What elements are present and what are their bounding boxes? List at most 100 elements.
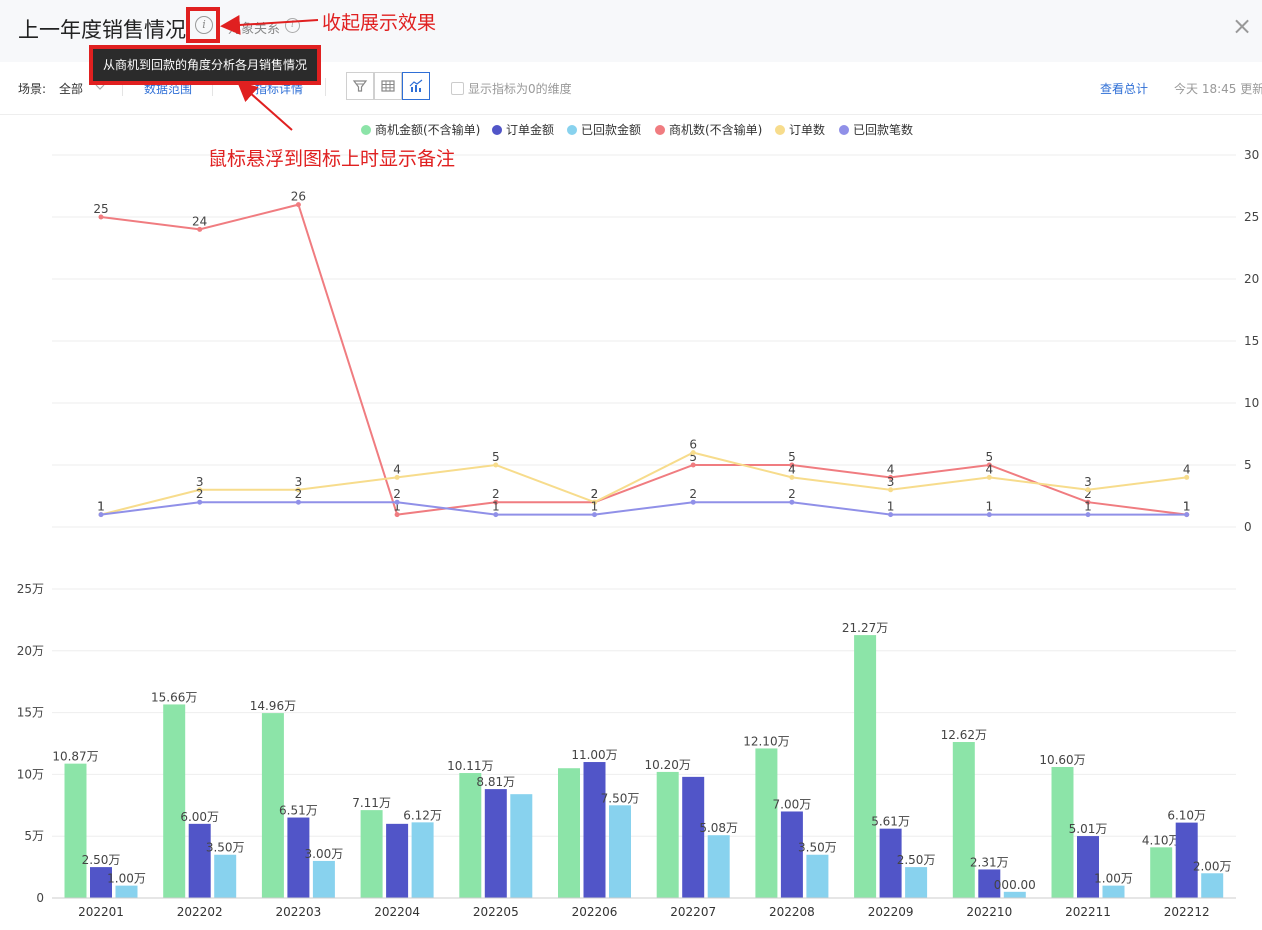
legend-label: 商机金额(不含输单) (375, 122, 480, 137)
y-tick-label: 10 (1244, 396, 1259, 410)
bar (312, 860, 335, 898)
data-label: 6 (689, 438, 697, 452)
data-label: 3.50万 (206, 841, 245, 855)
line-chart-series: 25242612 25 5452113 345264343412 2 21 12 21 1 1 1 (93, 190, 1191, 518)
data-label: 26 (291, 190, 306, 204)
bar-chart-series: 10.87万 15.66万 14.96万 7.11万 10.11万 10.20万 12.10… (52, 621, 1232, 898)
x-tick-label: 202209 (868, 905, 914, 919)
data-label: 2.31万 (970, 855, 1009, 869)
x-axis: 202201 202202 202203 202204 202205 202206 2022… (52, 897, 1236, 919)
bar (510, 794, 533, 898)
data-label: 21.27万 (842, 621, 888, 635)
bar (411, 822, 434, 898)
y-tick-label: 25 (1244, 210, 1259, 224)
data-label: 1 (985, 500, 993, 514)
info-tooltip: 从商机到回款的角度分析各月销售情况 (89, 45, 321, 85)
bar (656, 771, 679, 898)
bar (558, 768, 580, 898)
data-label: 2 (788, 487, 796, 501)
data-label: 1.00万 (107, 872, 146, 886)
x-tick-label: 202202 (177, 905, 223, 919)
data-label: 12.10万 (743, 734, 789, 748)
bar (386, 823, 409, 898)
bar (806, 854, 829, 898)
bar (1003, 891, 1026, 898)
data-label: 2.00万 (1193, 859, 1232, 873)
data-label: 4 (393, 462, 401, 476)
bar (755, 748, 778, 898)
legend-label: 订单数 (789, 122, 825, 137)
data-label: 7.50万 (601, 791, 640, 805)
bar (1150, 847, 1173, 898)
data-label: 4.10万 (1142, 833, 1181, 847)
bar (707, 835, 730, 898)
y-tick-label: 15 (1244, 334, 1259, 348)
data-label: 5.01万 (1069, 822, 1108, 836)
y-tick-label: 20万 (17, 644, 44, 658)
legend-marker (492, 125, 502, 135)
bar (188, 823, 211, 898)
data-label: 10.87万 (52, 750, 98, 764)
y-tick-label: 10万 (17, 767, 44, 781)
legend-label: 订单金额 (506, 122, 554, 137)
line-chart-grid: 051015202530 (52, 148, 1259, 534)
y-tick-label: 20 (1244, 272, 1259, 286)
data-label: 2 (393, 487, 401, 501)
y-tick-label: 5万 (24, 829, 44, 843)
bar (854, 635, 877, 898)
data-label: 5 (492, 450, 500, 464)
bar (360, 810, 383, 898)
x-tick-label: 202204 (374, 905, 420, 919)
x-tick-label: 202205 (473, 905, 519, 919)
series-line (100, 203, 1187, 516)
data-label: 11.00万 (571, 748, 617, 762)
legend-label: 商机数(不含输单) (669, 122, 762, 137)
x-tick-label: 202211 (1065, 905, 1111, 919)
x-tick-label: 202201 (78, 905, 124, 919)
data-label: 2.50万 (82, 853, 121, 867)
data-label: 6.51万 (279, 804, 318, 818)
data-label: 000.00 (994, 878, 1036, 892)
data-label: 1.00万 (1094, 872, 1133, 886)
y-tick-label: 15万 (17, 706, 44, 720)
data-label: 10.60万 (1039, 753, 1085, 767)
x-tick-label: 202210 (966, 905, 1012, 919)
annotation-hover-note: 鼠标悬浮到图标上时显示备注 (208, 148, 456, 170)
y-tick-label: 5 (1244, 458, 1252, 472)
data-label: 12.62万 (941, 728, 987, 742)
sales-chart: 商机金额(不含输单) 订单金额 已回款金额 商机数(不含输单) 订单数 已回款笔数 0 5 1… (17, 122, 1260, 919)
data-label: 1 (591, 500, 599, 514)
bar (115, 885, 138, 898)
bar (609, 805, 631, 898)
data-label: 1 (492, 500, 500, 514)
legend-marker (775, 125, 785, 135)
legend-label: 已回款笔数 (853, 122, 913, 137)
data-label: 5.08万 (699, 821, 738, 835)
data-label: 1 (97, 500, 105, 514)
data-label: 15.66万 (151, 690, 197, 704)
data-label: 7.00万 (773, 797, 812, 811)
bar (905, 867, 928, 898)
data-label: 14.96万 (250, 699, 296, 713)
bar (952, 742, 975, 898)
data-label: 1 (1084, 500, 1092, 514)
y-tick-label: 25万 (17, 582, 44, 596)
bar (682, 776, 705, 898)
data-label: 7.11万 (352, 796, 391, 810)
bar (64, 763, 87, 898)
data-label: 5.61万 (871, 815, 910, 829)
annotation-collapse-note: 收起展示效果 (322, 12, 437, 34)
x-tick-label: 202212 (1164, 905, 1210, 919)
bar (459, 773, 482, 898)
bar (163, 704, 186, 898)
legend-marker (361, 125, 371, 135)
data-label: 1 (887, 500, 895, 514)
x-tick-label: 202208 (769, 905, 815, 919)
y-tick-label: 0 (36, 891, 44, 905)
data-label: 2 (196, 487, 204, 501)
data-label: 3.50万 (798, 841, 837, 855)
x-tick-label: 202207 (670, 905, 716, 919)
legend-marker (567, 125, 577, 135)
data-label: 10.11万 (447, 759, 493, 773)
data-label: 4 (788, 462, 796, 476)
